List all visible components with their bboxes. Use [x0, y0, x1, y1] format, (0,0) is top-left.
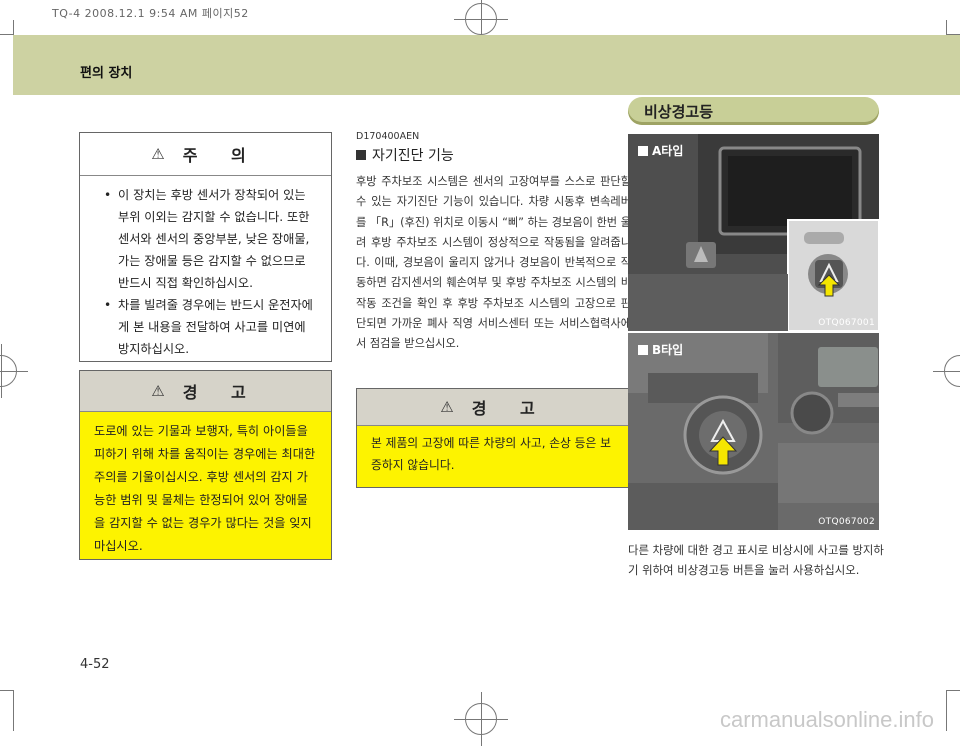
hazard-caption: 다른 차량에 대한 경고 표시로 비상시에 사고를 방지하기 위하여 비상경고등…	[628, 543, 884, 577]
caution-header: ⚠ 주 의	[80, 133, 331, 175]
header-band	[13, 35, 960, 95]
banner-title: 비상경고등	[644, 102, 714, 121]
warning-title: 경 고	[471, 399, 549, 418]
registration-mark	[454, 0, 508, 46]
crop-mark	[946, 20, 947, 34]
square-bullet-icon	[638, 344, 648, 355]
print-info: TQ-4 2008.12.1 9:54 AM 페이지52	[52, 7, 249, 20]
registration-mark	[454, 692, 508, 746]
warning-header: ⚠ 경 고	[357, 389, 632, 426]
section-title: 편의 장치	[80, 66, 133, 81]
caution-title: 주 의	[182, 146, 260, 165]
crop-mark	[946, 690, 960, 691]
crop-mark	[13, 691, 14, 731]
photo-type-b: B타입 OTQ067002	[628, 333, 879, 530]
warning-triangle-icon: ⚠	[440, 398, 454, 416]
square-bullet-icon	[356, 150, 366, 160]
page-number: 4-52	[80, 657, 110, 672]
photo-type-a: A타입 OTQ067001	[628, 134, 879, 331]
warning-text: 도로에 있는 기물과 보행자, 특히 아이들을 피하기 위해 차를 움직이는 경…	[94, 424, 316, 553]
caution-box: ⚠ 주 의 이 장치는 후방 센서가 장착되어 있는 부위 이외는 감지할 수 …	[79, 132, 332, 362]
watermark: carmanualsonline.info	[719, 707, 934, 732]
warning-title: 경 고	[182, 383, 260, 402]
dashboard-b-illustration	[628, 333, 879, 530]
crop-mark	[0, 690, 14, 691]
photo-label: B타입	[638, 341, 683, 358]
self-diagnosis-paragraph: 후방 주차보조 시스템은 센서의 고장여부를 스스로 판단할 수 있는 자기진단…	[356, 175, 631, 351]
list-item: 이 장치는 후방 센서가 장착되어 있는 부위 이외는 감지할 수 없습니다. …	[104, 184, 319, 294]
warning-triangle-icon: ⚠	[151, 382, 165, 400]
warning-text: 본 제품의 고장에 따른 차량의 사고, 손상 등은 보증하지 않습니다.	[371, 436, 611, 472]
photo-label-text: A타입	[652, 144, 684, 158]
sub-heading: 자기진단 기능	[356, 145, 454, 165]
photo-label: A타입	[638, 142, 683, 159]
photo-label-text: B타입	[652, 343, 684, 357]
square-bullet-icon	[638, 145, 648, 156]
photo-code: OTQ067002	[818, 517, 875, 527]
crop-mark	[946, 691, 947, 731]
crop-mark	[13, 20, 14, 34]
photo-code: OTQ067001	[818, 318, 875, 328]
divider	[80, 175, 331, 176]
list-item: 차를 빌려줄 경우에는 반드시 운전자에게 본 내용을 전달하여 사고를 미연에…	[104, 294, 319, 360]
crop-mark	[0, 34, 14, 35]
warning-box: ⚠ 경 고 도로에 있는 기물과 보행자, 특히 아이들을 피하기 위해 차를 …	[79, 370, 332, 560]
registration-mark	[0, 344, 28, 398]
warning-box: ⚠ 경 고 본 제품의 고장에 따른 차량의 사고, 손상 등은 보증하지 않습…	[356, 388, 633, 488]
dashboard-a-illustration	[628, 134, 879, 331]
warning-header: ⚠ 경 고	[80, 371, 331, 412]
caution-list: 이 장치는 후방 센서가 장착되어 있는 부위 이외는 감지할 수 없습니다. …	[80, 184, 331, 360]
registration-mark	[933, 355, 960, 387]
sub-heading-text: 자기진단 기능	[372, 148, 454, 164]
warning-triangle-icon: ⚠	[151, 145, 165, 163]
hazard-banner: 비상경고등	[628, 97, 879, 125]
section-code: D170400AEN	[356, 131, 420, 142]
